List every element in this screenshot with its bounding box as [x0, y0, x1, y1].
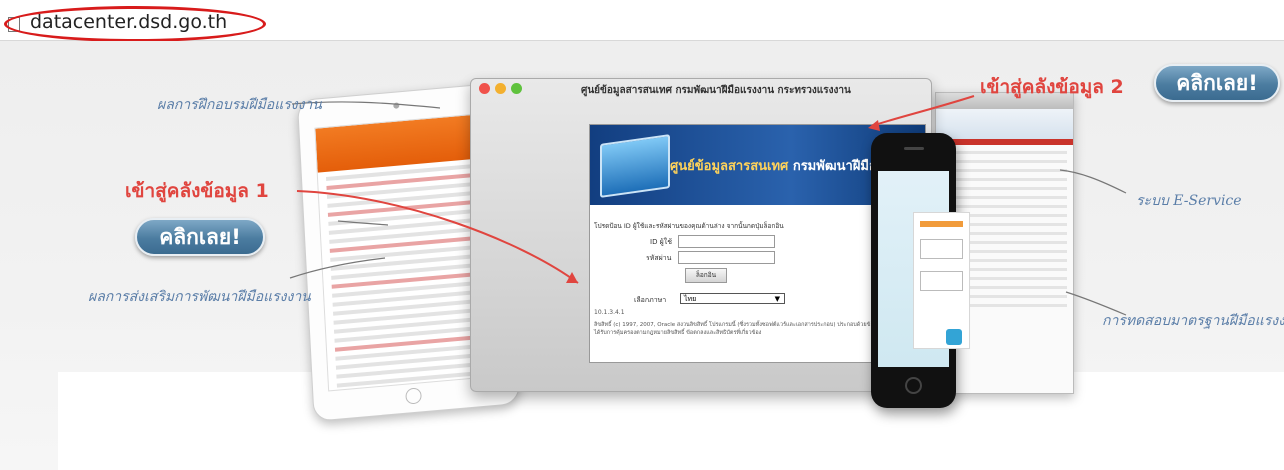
note-skill-standard: การทดสอบมาตรฐานฝีมือแรงงาน [1102, 313, 1284, 329]
click-button-datacenter-2[interactable]: คลิกเลย! [1154, 64, 1280, 102]
note-eservice: ระบบ E-Service [1136, 193, 1242, 209]
note-training-results: ผลการฝึกอบรมฝีมือแรงงาน [157, 97, 322, 113]
datacenter-2-label: เข้าสู่คลังข้อมูล 2 [980, 76, 1124, 98]
datacenter-1-label: เข้าสู่คลังข้อมูล 1 [125, 180, 269, 202]
note-promotion-results: ผลการส่งเสริมการพัฒนาฝีมือแรงงาน [88, 289, 311, 305]
click-button-datacenter-1[interactable]: คลิกเลย! [135, 218, 265, 256]
